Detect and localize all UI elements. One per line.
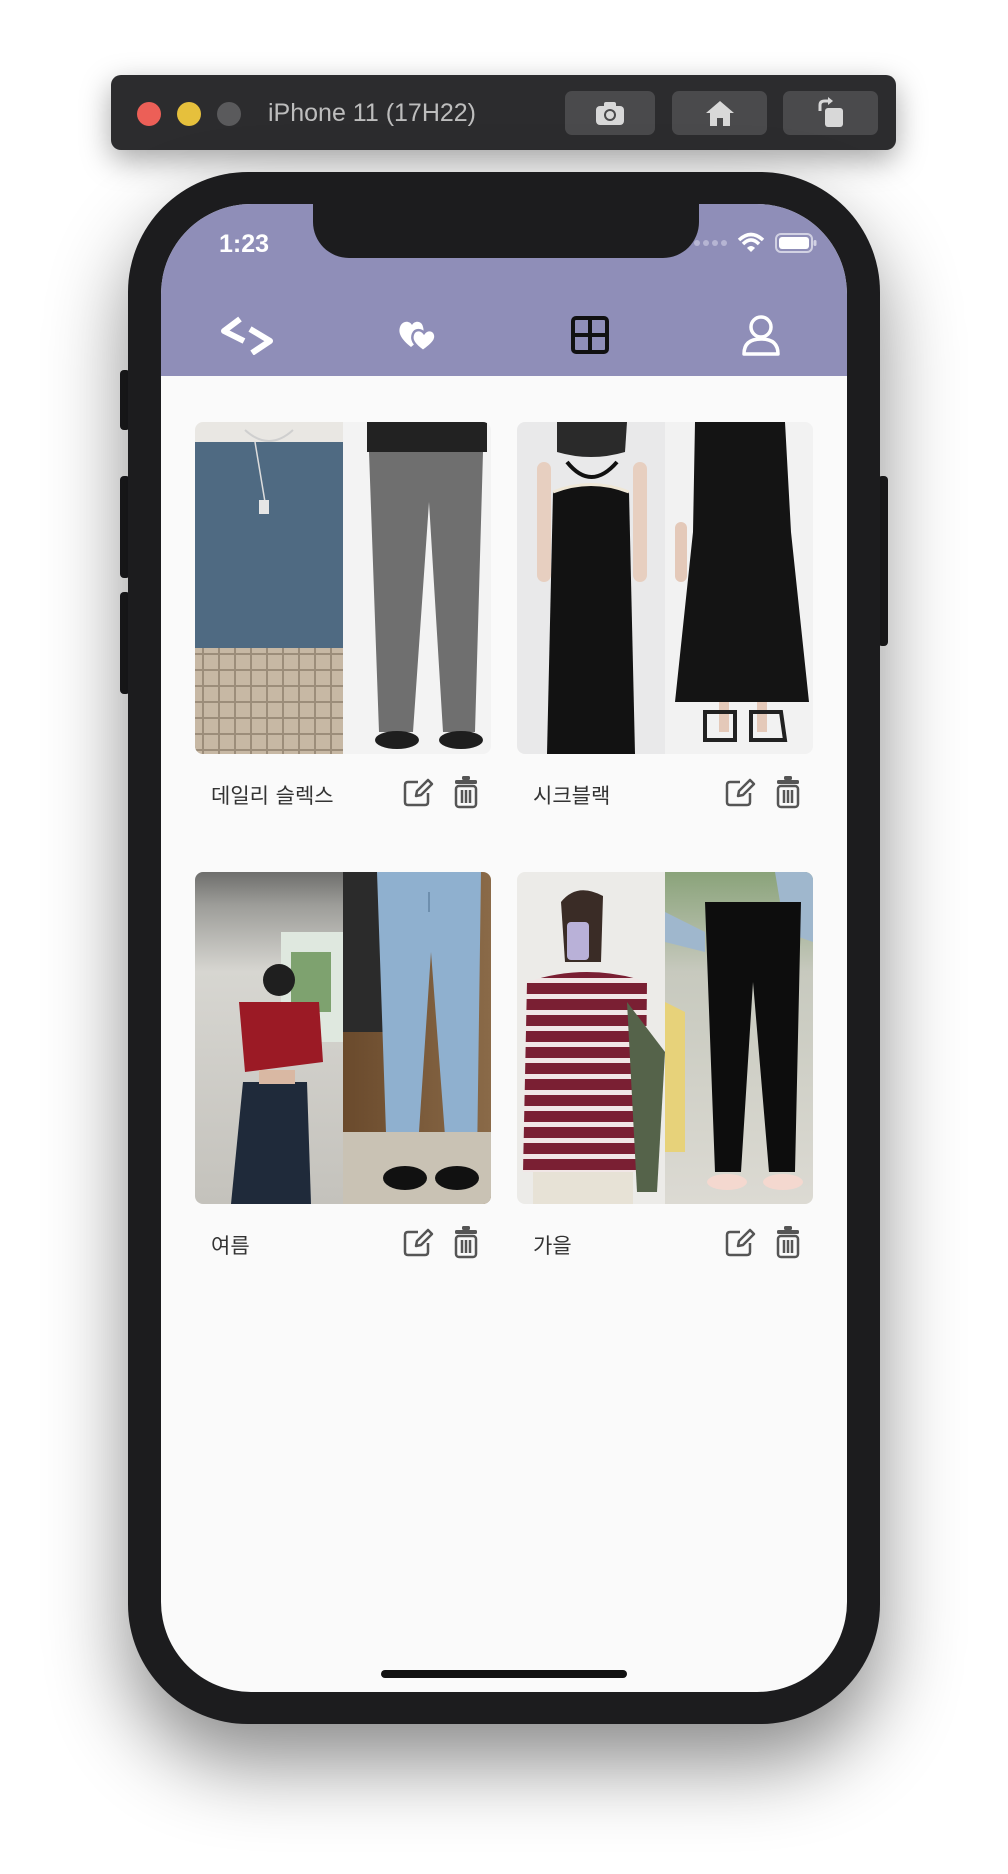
- outfit-name: 시크블랙: [533, 784, 611, 808]
- outfit-image[interactable]: [195, 872, 491, 1204]
- outfit-image[interactable]: [195, 422, 491, 754]
- top-photo: [195, 872, 343, 1204]
- card-footer: 데일리 슬렉스: [195, 770, 491, 830]
- outfit-card[interactable]: 가을: [517, 872, 813, 1280]
- delete-button[interactable]: [771, 774, 805, 810]
- delete-button[interactable]: [771, 1224, 805, 1260]
- home-button[interactable]: [672, 91, 767, 135]
- top-photo: [195, 422, 343, 754]
- zoom-window-button[interactable]: [217, 102, 241, 126]
- signal-icon: [694, 240, 727, 246]
- outfit-card[interactable]: 여름: [195, 872, 491, 1280]
- outfit-image[interactable]: [517, 422, 813, 754]
- edit-icon: [403, 778, 434, 807]
- edit-icon: [725, 778, 756, 807]
- home-indicator[interactable]: [381, 1670, 627, 1678]
- grid-icon: [570, 316, 609, 354]
- status-time: 1:23: [219, 230, 270, 258]
- notch: [313, 204, 699, 258]
- bottom-photo: [665, 422, 813, 754]
- camera-icon: [596, 102, 624, 125]
- edit-button[interactable]: [723, 774, 757, 810]
- card-actions: [401, 1224, 483, 1260]
- outfit-name: 여름: [211, 1234, 250, 1258]
- tab-profile[interactable]: [721, 305, 801, 365]
- outfit-name: 가을: [533, 1234, 572, 1258]
- phone-screen: 1:23 데일리 슬렉스 시크블랙 여름 가을: [161, 204, 847, 1692]
- outfit-card[interactable]: 시크블랙: [517, 422, 813, 830]
- app-header: 1:23: [161, 204, 847, 376]
- edit-button[interactable]: [401, 774, 435, 810]
- edit-button[interactable]: [723, 1224, 757, 1260]
- edit-icon: [725, 1228, 756, 1257]
- wifi-icon: [737, 232, 765, 252]
- home-icon: [705, 101, 734, 126]
- simulator-title: iPhone 11 (17H22): [268, 99, 477, 127]
- simulator-toolbar: iPhone 11 (17H22): [111, 75, 896, 150]
- card-actions: [723, 774, 805, 810]
- trash-icon: [454, 1226, 478, 1259]
- trash-icon: [776, 1226, 800, 1259]
- delete-button[interactable]: [449, 774, 483, 810]
- top-photo: [517, 872, 665, 1204]
- close-window-button[interactable]: [137, 102, 161, 126]
- card-actions: [723, 1224, 805, 1260]
- card-actions: [401, 774, 483, 810]
- delete-button[interactable]: [449, 1224, 483, 1260]
- outfit-card[interactable]: 데일리 슬렉스: [195, 422, 491, 830]
- tab-closet[interactable]: [550, 305, 630, 365]
- trash-icon: [776, 776, 800, 809]
- swap-arrows-icon: [220, 316, 273, 355]
- edit-button[interactable]: [401, 1224, 435, 1260]
- tab-swap[interactable]: [207, 305, 287, 365]
- card-footer: 여름: [195, 1220, 491, 1280]
- outfit-name: 데일리 슬렉스: [211, 784, 334, 808]
- person-icon: [742, 315, 780, 356]
- top-photo: [517, 422, 665, 754]
- bottom-photo: [665, 872, 813, 1204]
- status-icons: [694, 232, 817, 254]
- bottom-photo: [343, 422, 491, 754]
- edit-icon: [403, 1228, 434, 1257]
- outfit-image[interactable]: [517, 872, 813, 1204]
- card-footer: 시크블랙: [517, 770, 813, 830]
- tab-likes[interactable]: [378, 305, 458, 365]
- hearts-icon: [399, 321, 437, 353]
- rotate-button[interactable]: [783, 91, 878, 135]
- rotate-icon: [818, 97, 843, 127]
- trash-icon: [454, 776, 478, 809]
- minimize-window-button[interactable]: [177, 102, 201, 126]
- screenshot-button[interactable]: [565, 91, 655, 135]
- battery-icon: [775, 233, 817, 253]
- card-footer: 가을: [517, 1220, 813, 1280]
- top-tab-bar: [161, 294, 847, 376]
- bottom-photo: [343, 872, 491, 1204]
